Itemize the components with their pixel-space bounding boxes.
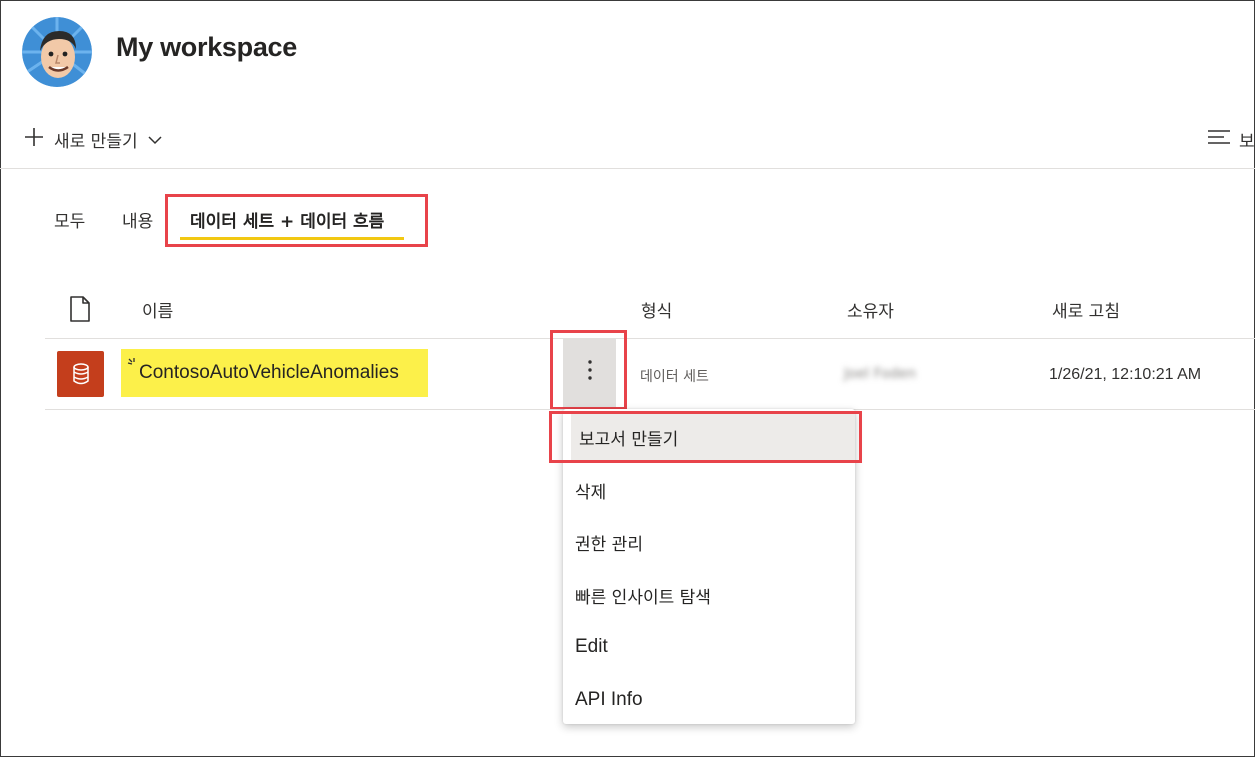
dataset-type: 데이터 세트 (640, 369, 709, 385)
tab-content[interactable]: 내용 (122, 207, 153, 232)
vertical-ellipsis-icon (587, 358, 593, 388)
menu-item-api-info[interactable]: API Info (563, 674, 855, 726)
view-options-label: 보 (1239, 131, 1255, 152)
file-icon (69, 296, 91, 326)
menu-item-edit[interactable]: Edit (563, 621, 855, 673)
menu-item-manage-permissions[interactable]: 권한 관리 (563, 516, 855, 568)
toolbar-divider (0, 168, 1255, 169)
tab-all[interactable]: 모두 (54, 207, 85, 232)
menu-item-create-report[interactable]: 보고서 만들기 (571, 411, 855, 463)
menu-item-delete[interactable]: 삭제 (563, 464, 855, 516)
workspace-title: My workspace (116, 32, 297, 62)
menu-item-quick-insights[interactable]: 빠른 인사이트 탐색 (563, 569, 855, 621)
column-header-refreshed[interactable]: 새로 고침 (1052, 297, 1120, 322)
dataset-refreshed: 1/26/21, 12:10:21 AM (1049, 366, 1202, 383)
plus-icon (24, 127, 44, 151)
tab-datasets-dataflows[interactable]: 데이터 세트 + 데이터 흐름 (190, 207, 384, 232)
more-options-button[interactable] (563, 339, 616, 407)
column-header-owner[interactable]: 소유자 (847, 297, 894, 322)
column-header-name[interactable]: 이름 (142, 297, 173, 322)
column-header-type[interactable]: 형식 (641, 297, 672, 322)
dataset-icon (57, 351, 104, 397)
context-menu: 보고서 만들기 삭제 권한 관리 빠른 인사이트 탐색 Edit API Inf… (563, 409, 855, 724)
chevron-down-icon (148, 130, 162, 149)
new-button-label: 새로 만들기 (54, 131, 138, 152)
view-options-button[interactable]: 보 (1207, 125, 1255, 153)
sparkle-icon (126, 356, 140, 375)
active-tab-underline (180, 237, 404, 240)
user-avatar[interactable] (22, 17, 92, 87)
dataset-owner: Joel Foden (844, 366, 917, 382)
new-button[interactable]: 새로 만들기 (24, 125, 162, 153)
dataset-name-link[interactable]: ContosoAutoVehicleAnomalies (139, 362, 399, 384)
list-view-icon (1207, 128, 1231, 150)
header-row-divider (45, 338, 1255, 339)
